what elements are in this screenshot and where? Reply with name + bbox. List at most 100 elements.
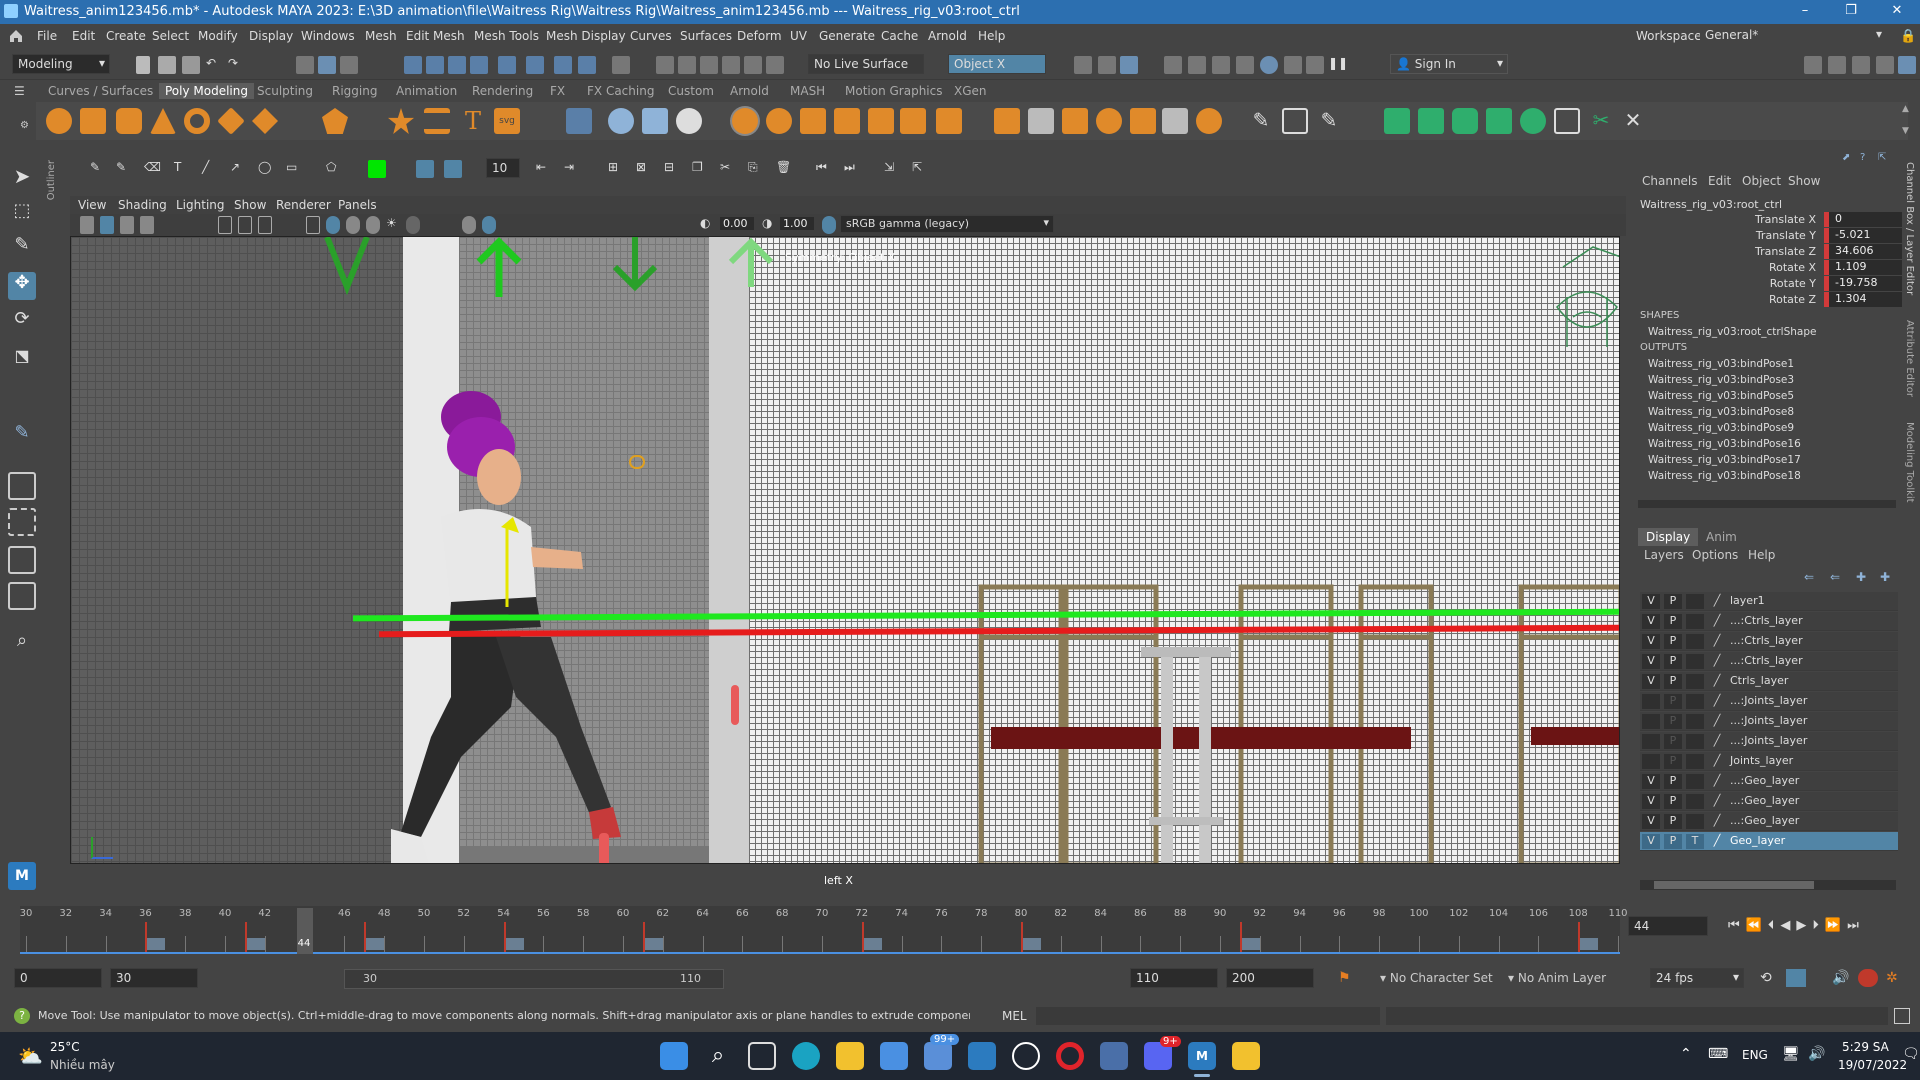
layer-menu-help[interactable]: Help: [1748, 548, 1775, 562]
snap-surface-icon[interactable]: [470, 56, 488, 74]
arnold-render-icon[interactable]: [1260, 56, 1278, 74]
trash-icon[interactable]: 🗑: [776, 160, 794, 178]
move-layer-up-icon[interactable]: ⇐: [1804, 570, 1814, 584]
step-forward-icon[interactable]: ⏭: [844, 160, 862, 178]
menu-file[interactable]: File: [37, 29, 57, 43]
extrude-icon[interactable]: [766, 108, 792, 134]
layer-color-swatch[interactable]: ╱: [1708, 634, 1726, 649]
layer-visible-toggle[interactable]: V: [1642, 834, 1660, 849]
shelf-tab-poly-modeling[interactable]: Poly Modeling: [159, 83, 254, 99]
clock-time[interactable]: 5:29 SA: [1842, 1040, 1889, 1054]
single-view-layout-icon[interactable]: [8, 472, 36, 500]
gamma-icon[interactable]: ◑: [762, 216, 780, 234]
pause-icon[interactable]: ❚❚: [1328, 56, 1348, 74]
import-icon[interactable]: ⇲: [884, 160, 902, 178]
mel-command-input[interactable]: [1036, 1007, 1380, 1025]
undo-icon[interactable]: ↶: [206, 56, 224, 74]
layer-color-swatch[interactable]: ╱: [1708, 654, 1726, 669]
select-object-icon[interactable]: [318, 56, 336, 74]
move-tool-icon[interactable]: ✥: [8, 272, 36, 300]
render-settings-icon[interactable]: [1164, 56, 1182, 74]
menu-modify[interactable]: Modify: [198, 29, 238, 43]
cb-attr-value[interactable]: -19.758: [1824, 276, 1902, 291]
layer-type-toggle[interactable]: [1686, 794, 1704, 809]
construction-history-icon[interactable]: [526, 56, 544, 74]
menuset-dropdown[interactable]: Modeling ▾: [12, 54, 110, 74]
mail-icon[interactable]: [924, 1042, 952, 1070]
cb-translate-x-row[interactable]: Translate X 0: [1636, 212, 1902, 228]
next-key-icon[interactable]: ⇥: [564, 160, 582, 178]
new-scene-icon[interactable]: [136, 56, 150, 74]
channel-box-icon[interactable]: [1898, 56, 1916, 74]
multi-cut-icon[interactable]: [868, 108, 894, 134]
shelf-tab-motion-graphics[interactable]: Motion Graphics: [845, 84, 943, 98]
layer-row[interactable]: V P ╱ ...:Ctrls_layer: [1640, 612, 1898, 631]
home-icon[interactable]: [8, 28, 24, 44]
workspace-dropdown[interactable]: General* ▾: [1700, 26, 1886, 46]
camera-icon[interactable]: [80, 216, 94, 234]
layer-name[interactable]: ...:Ctrls_layer: [1730, 654, 1803, 667]
start-icon[interactable]: [660, 1042, 688, 1070]
menu-mesh[interactable]: Mesh: [365, 29, 397, 43]
layer-visible-toggle[interactable]: [1642, 734, 1660, 749]
menu-deform[interactable]: Deform: [737, 29, 782, 43]
layer-color-swatch[interactable]: ╱: [1708, 714, 1726, 729]
cb-output-item[interactable]: Waitress_rig_v03:bindPose18: [1648, 470, 1801, 482]
edge-icon[interactable]: [792, 1042, 820, 1070]
sound-icon[interactable]: 🔊: [1832, 970, 1849, 986]
cb-attr-value[interactable]: 1.109: [1824, 260, 1902, 275]
layer-scrollbar[interactable]: [1640, 880, 1896, 890]
append-polygon-icon[interactable]: [1028, 108, 1054, 134]
layer-playback-toggle[interactable]: P: [1664, 614, 1682, 629]
layer-scrollbar-thumb[interactable]: [1654, 881, 1814, 889]
cb-rotate-y-row[interactable]: Rotate Y -19.758: [1636, 276, 1902, 292]
anim-prefs-icon[interactable]: ✲: [1886, 970, 1898, 986]
step-forward-frame-icon[interactable]: ⏩: [1825, 918, 1841, 933]
cb-attr-value[interactable]: 1.304: [1824, 292, 1902, 307]
loop-icon[interactable]: ⟲: [1760, 970, 1772, 986]
layer-row[interactable]: V P ╱ Ctrls_layer: [1640, 672, 1898, 691]
ellipse-icon[interactable]: ◯: [258, 160, 276, 178]
step-back-key-icon[interactable]: ⏴: [1768, 918, 1775, 933]
language-indicator[interactable]: ENG: [1742, 1048, 1768, 1062]
layer-name[interactable]: layer1: [1730, 594, 1765, 607]
layer-name[interactable]: ...:Joints_layer: [1730, 694, 1807, 707]
layer-color-swatch[interactable]: ╱: [1708, 794, 1726, 809]
type-tool-icon[interactable]: T: [460, 108, 486, 134]
sculpt-brush-icon[interactable]: ✎: [1316, 108, 1342, 134]
layer-name[interactable]: ...:Ctrls_layer: [1730, 614, 1803, 627]
symmetry-dropdown[interactable]: Object X: [948, 54, 1046, 74]
svg-tool-icon[interactable]: svg: [494, 108, 520, 134]
layer-visible-toggle[interactable]: V: [1642, 674, 1660, 689]
layer-playback-toggle[interactable]: P: [1664, 794, 1682, 809]
layer-name[interactable]: ...:Geo_layer: [1730, 774, 1799, 787]
four-view-layout-icon[interactable]: [8, 508, 36, 536]
tool-settings-icon[interactable]: [1876, 56, 1894, 74]
vp-menu-view[interactable]: View: [78, 198, 106, 212]
wireframe-on-shaded-icon[interactable]: [346, 216, 360, 234]
bevel-icon[interactable]: [834, 108, 860, 134]
menu-display[interactable]: Display: [249, 29, 293, 43]
channelbox-help-icon[interactable]: ?: [1860, 152, 1865, 163]
cb-attr-value[interactable]: 34.606: [1824, 244, 1902, 259]
cb-rotate-z-row[interactable]: Rotate Z 1.304: [1636, 292, 1902, 308]
pencil-icon[interactable]: ✎: [90, 160, 108, 178]
note-app-icon[interactable]: [1232, 1042, 1260, 1070]
weather-icon[interactable]: ⛅: [18, 1044, 43, 1068]
add-frame-icon[interactable]: ⊞: [608, 160, 626, 178]
shelf-tab-animation[interactable]: Animation: [396, 84, 457, 98]
script-editor-icon[interactable]: [1894, 1008, 1910, 1024]
weather-temp[interactable]: 25°C: [50, 1040, 80, 1054]
layer-playback-toggle[interactable]: P: [1664, 714, 1682, 729]
xray-icon[interactable]: [462, 216, 476, 234]
mirror-icon[interactable]: [732, 108, 758, 134]
channelbox-float-icon[interactable]: ⬈: [1842, 152, 1850, 163]
isolate-icon[interactable]: [700, 56, 718, 74]
cb-attr-value[interactable]: -5.021: [1824, 228, 1902, 243]
poly-sphere-icon[interactable]: [46, 108, 72, 134]
layer-name[interactable]: ...:Ctrls_layer: [1730, 634, 1803, 647]
save-scene-icon[interactable]: [182, 56, 200, 74]
chart-app-icon[interactable]: [1100, 1042, 1128, 1070]
cb-output-item[interactable]: Waitress_rig_v03:bindPose3: [1648, 374, 1794, 386]
fill-hole-icon[interactable]: [994, 108, 1020, 134]
